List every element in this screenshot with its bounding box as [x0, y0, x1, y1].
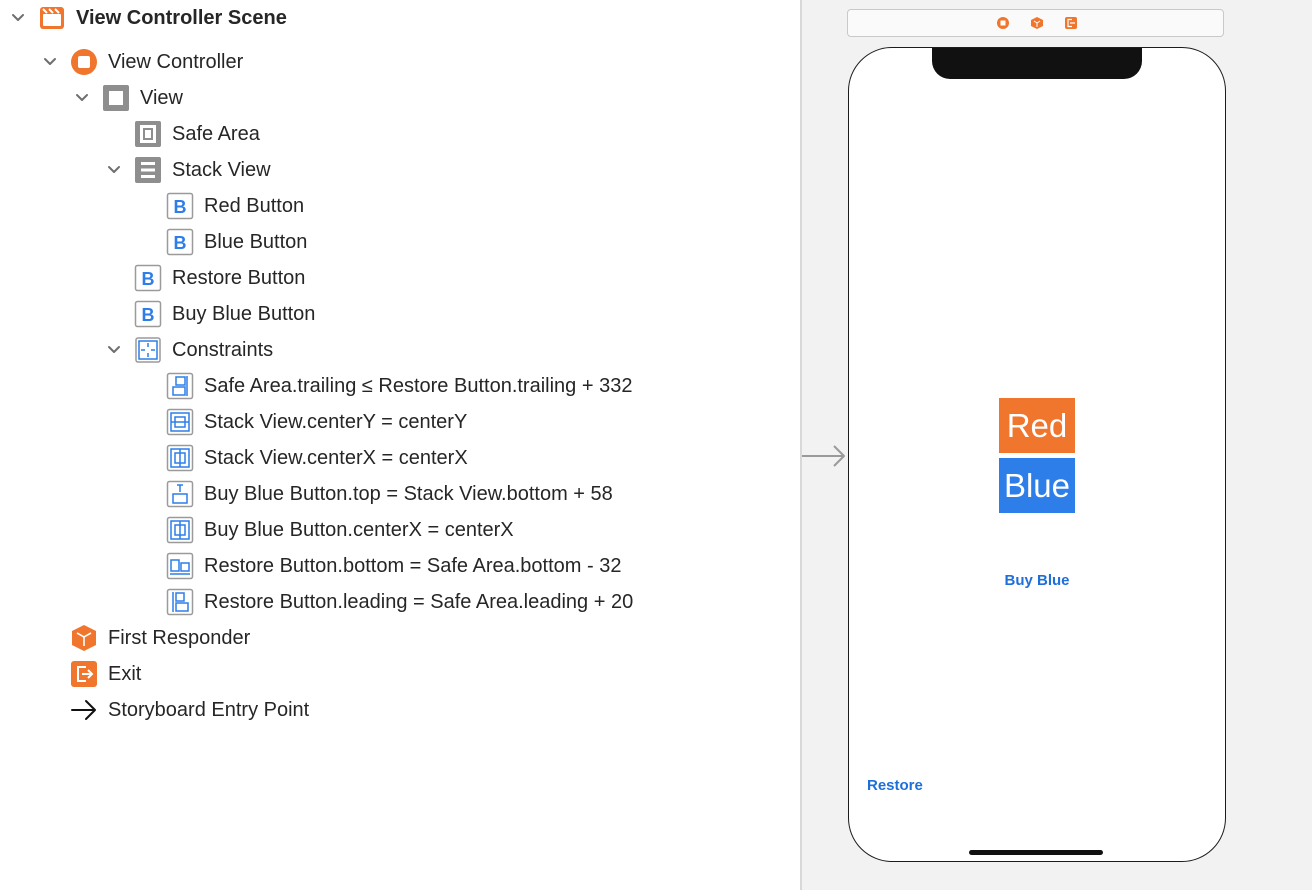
view-controller-icon [70, 48, 98, 76]
storyboard-canvas[interactable]: Red Blue Buy Blue Restore [802, 0, 1312, 890]
outline-row-safe-area[interactable]: Safe Area [0, 116, 800, 152]
storyboard-entry-arrow-icon[interactable] [802, 440, 848, 472]
outline-row-constraint[interactable]: Stack View.centerY = centerY [0, 404, 800, 440]
outline-row-label: Safe Area.trailing ≤ Restore Button.trai… [204, 375, 633, 397]
center-constraint-icon [166, 408, 194, 436]
exit-icon [70, 660, 98, 688]
svg-text:B: B [142, 305, 155, 325]
outline-row-label: Restore Button [172, 267, 306, 289]
chevron-down-icon[interactable] [106, 342, 122, 358]
chevron-down-icon[interactable] [106, 162, 122, 178]
button-icon: B [166, 228, 194, 256]
outline-row-view-controller-scene[interactable]: View Controller Scene [0, 0, 800, 36]
outline-row-label: Restore Button.bottom = Safe Area.bottom… [204, 555, 622, 577]
outline-row-label: Constraints [172, 339, 274, 361]
view-icon [102, 84, 130, 112]
outline-row-constraint[interactable]: Buy Blue Button.top = Stack View.bottom … [0, 476, 800, 512]
button-icon: B [134, 300, 162, 328]
outline-row-storyboard-entry-point[interactable]: Storyboard Entry Point [0, 692, 800, 728]
outline-row-label: Buy Blue Button.centerX = centerX [204, 519, 514, 541]
leading-constraint-icon [166, 588, 194, 616]
home-indicator [969, 850, 1103, 855]
outline-row-blue-button[interactable]: B Blue Button [0, 224, 800, 260]
outline-row-label: View [140, 87, 183, 109]
outline-row-view-controller[interactable]: View Controller [0, 44, 800, 80]
outline-row-constraint[interactable]: Stack View.centerX = centerX [0, 440, 800, 476]
stack-view-icon [134, 156, 162, 184]
outline-row-first-responder[interactable]: First Responder [0, 620, 800, 656]
outline-row-restore-button[interactable]: B Restore Button [0, 260, 800, 296]
outline-row-exit[interactable]: Exit [0, 656, 800, 692]
outline-row-buy-blue-button[interactable]: B Buy Blue Button [0, 296, 800, 332]
outline-row-constraint[interactable]: Buy Blue Button.centerX = centerX [0, 512, 800, 548]
outline-row-label: Exit [108, 663, 142, 685]
center-constraint-icon [166, 516, 194, 544]
svg-text:B: B [174, 233, 187, 253]
view-controller-icon[interactable] [996, 16, 1010, 30]
outline-row-label: Red Button [204, 195, 305, 217]
document-outline: View Controller Scene View Controller Vi… [0, 0, 800, 890]
first-responder-icon[interactable] [1030, 16, 1044, 30]
outline-row-label: View Controller Scene [76, 7, 287, 29]
restore-button[interactable]: Restore [867, 777, 923, 794]
outline-row-constraint[interactable]: Restore Button.bottom = Safe Area.bottom… [0, 548, 800, 584]
outline-row-label: Blue Button [204, 231, 308, 253]
outline-row-label: Stack View.centerX = centerX [204, 447, 468, 469]
button-icon: B [134, 264, 162, 292]
outline-row-label: Buy Blue Button [172, 303, 316, 325]
button-icon: B [166, 192, 194, 220]
outline-row-label: Stack View [172, 159, 271, 181]
scene-dock [847, 9, 1224, 37]
outline-row-constraints[interactable]: Constraints [0, 332, 800, 368]
bottom-constraint-icon [166, 552, 194, 580]
outline-row-constraint[interactable]: Safe Area.trailing ≤ Restore Button.trai… [0, 368, 800, 404]
center-constraint-icon [166, 444, 194, 472]
constraints-icon [134, 336, 162, 364]
outline-row-label: View Controller [108, 51, 244, 73]
chevron-down-icon[interactable] [74, 90, 90, 106]
outline-row-label: Safe Area [172, 123, 260, 145]
safe-area-icon [134, 120, 162, 148]
scene-icon [38, 4, 66, 32]
outline-row-label: Buy Blue Button.top = Stack View.bottom … [204, 483, 613, 505]
exit-icon[interactable] [1064, 16, 1078, 30]
red-button[interactable]: Red [999, 398, 1075, 453]
blue-button[interactable]: Blue [999, 458, 1075, 513]
entry-point-arrow-icon [70, 696, 98, 724]
outline-row-label: Stack View.centerY = centerY [204, 411, 468, 433]
svg-text:B: B [174, 197, 187, 217]
chevron-down-icon[interactable] [10, 10, 26, 26]
buy-blue-button[interactable]: Buy Blue [969, 572, 1105, 589]
svg-text:B: B [142, 269, 155, 289]
chevron-down-icon[interactable] [42, 54, 58, 70]
outline-row-label: Restore Button.leading = Safe Area.leadi… [204, 591, 634, 613]
iphone-device-frame: Red Blue Buy Blue Restore [848, 47, 1226, 862]
outline-row-red-button[interactable]: B Red Button [0, 188, 800, 224]
outline-row-constraint[interactable]: Restore Button.leading = Safe Area.leadi… [0, 584, 800, 620]
outline-row-view[interactable]: View [0, 80, 800, 116]
outline-row-stack-view[interactable]: Stack View [0, 152, 800, 188]
outline-row-label: Storyboard Entry Point [108, 699, 310, 721]
outline-row-label: First Responder [108, 627, 251, 649]
vertical-spacing-constraint-icon [166, 480, 194, 508]
trailing-constraint-icon [166, 372, 194, 400]
device-notch [932, 48, 1142, 79]
first-responder-icon [70, 624, 98, 652]
